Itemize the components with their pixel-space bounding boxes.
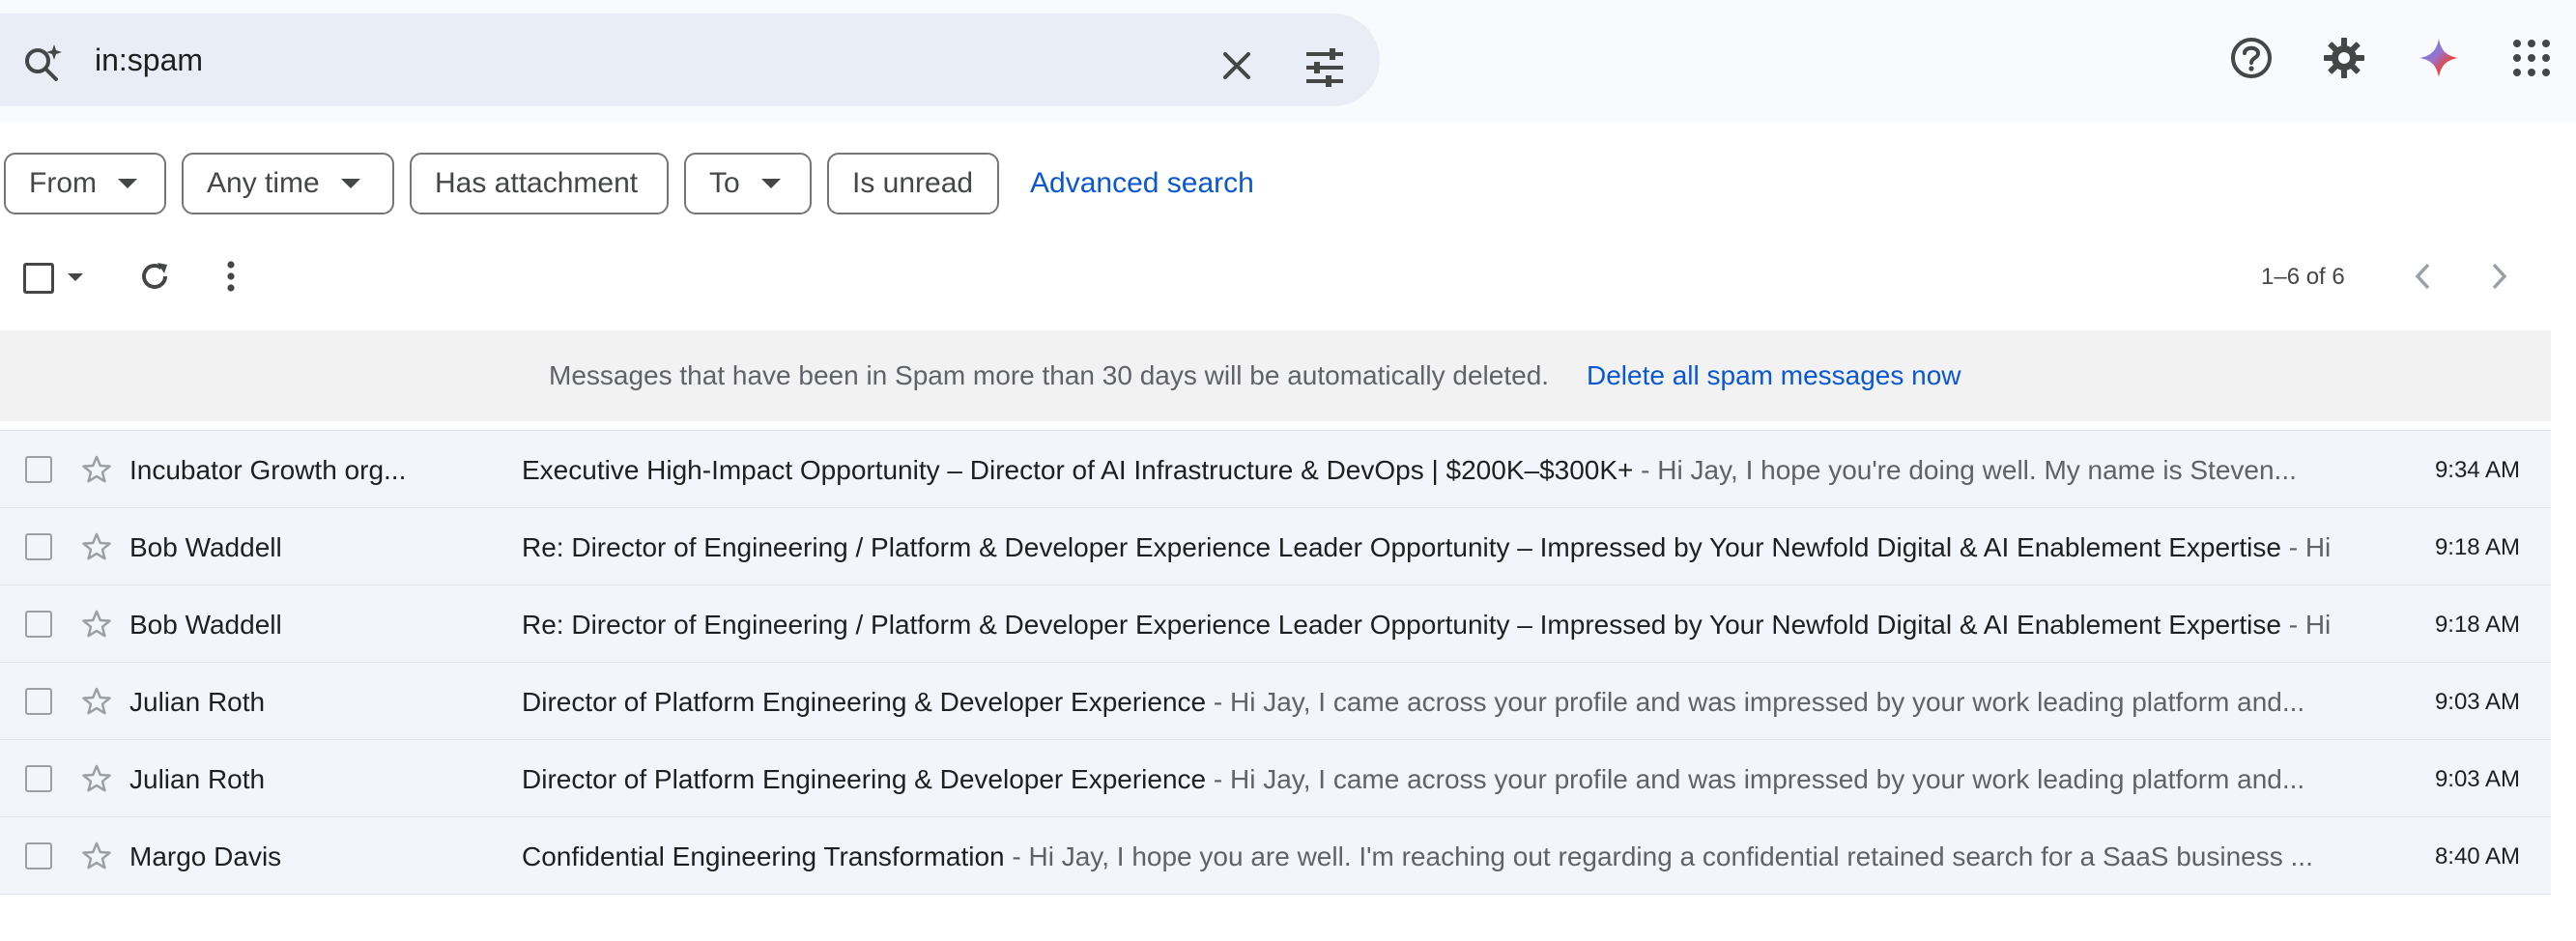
- gear-icon[interactable]: [2323, 37, 2365, 79]
- email-subject: Director of Platform Engineering & Devel…: [522, 764, 1207, 794]
- select-all-checkbox[interactable]: [23, 263, 54, 294]
- email-row[interactable]: Margo Davis Confidential Engineering Tra…: [0, 816, 2551, 894]
- filter-is-unread-label: Is unread: [852, 167, 974, 199]
- email-content: Confidential Engineering Transformation …: [522, 841, 2338, 873]
- email-snippet: - Hi Jay, I hope you are well. I'm reach…: [1004, 841, 2313, 871]
- email-time: 9:18 AM: [2434, 612, 2520, 638]
- tune-icon[interactable]: [1304, 48, 1345, 87]
- delete-all-spam-link[interactable]: Delete all spam messages now: [1587, 359, 1961, 392]
- email-sender: Bob Waddell: [129, 532, 282, 562]
- email-row[interactable]: Julian Roth Director of Platform Enginee…: [0, 739, 2551, 816]
- row-checkbox[interactable]: [25, 765, 52, 792]
- row-checkbox[interactable]: [25, 688, 52, 715]
- list-divider: [0, 894, 2551, 895]
- email-subject: Executive High-Impact Opportunity – Dire…: [522, 455, 1634, 485]
- filter-any-time-label: Any time: [207, 167, 320, 199]
- filter-any-time-chip[interactable]: Any time: [182, 153, 394, 214]
- gemini-icon[interactable]: [2418, 37, 2460, 79]
- spam-banner-message: Messages that have been in Spam more tha…: [549, 360, 1550, 390]
- email-row[interactable]: Bob Waddell Re: Director of Engineering …: [0, 585, 2551, 662]
- star-icon[interactable]: [81, 609, 112, 640]
- caret-down-icon: [118, 179, 137, 188]
- email-time: 8:40 AM: [2434, 843, 2520, 870]
- chevron-right-icon[interactable]: [2487, 261, 2510, 292]
- star-icon[interactable]: [81, 763, 112, 794]
- filter-has-attachment-chip[interactable]: Has attachment: [410, 153, 669, 214]
- email-content: Executive High-Impact Opportunity – Dire…: [522, 454, 2338, 487]
- select-dropdown-icon[interactable]: [66, 271, 85, 284]
- filter-has-attachment-label: Has attachment: [435, 167, 639, 199]
- row-checkbox[interactable]: [25, 611, 52, 638]
- filter-to-chip[interactable]: To: [684, 153, 812, 214]
- email-time: 9:03 AM: [2434, 766, 2520, 792]
- row-checkbox[interactable]: [25, 456, 52, 483]
- search-sparkle-icon[interactable]: [21, 43, 66, 87]
- top-bar: in:spam: [0, 0, 2576, 122]
- email-time: 9:03 AM: [2434, 689, 2520, 715]
- row-checkbox[interactable]: [25, 533, 52, 560]
- spam-banner: Messages that have been in Spam more tha…: [0, 330, 2551, 421]
- star-icon[interactable]: [81, 841, 112, 871]
- search-bar[interactable]: in:spam: [0, 14, 1380, 106]
- email-sender: Julian Roth: [129, 687, 266, 717]
- email-snippet: - Hi Jay, I hope you're doing well. My n…: [1633, 455, 2297, 485]
- email-subject: Confidential Engineering Transformation: [522, 841, 1005, 871]
- filter-to-label: To: [709, 167, 740, 199]
- email-row[interactable]: Julian Roth Director of Platform Enginee…: [0, 662, 2551, 739]
- apps-grid-icon[interactable]: [2510, 37, 2553, 79]
- email-snippet: - Hi: [2280, 610, 2332, 640]
- email-sender: Incubator Growth org...: [129, 455, 407, 485]
- email-snippet: - Hi: [2280, 532, 2332, 562]
- email-time: 9:34 AM: [2434, 457, 2520, 483]
- email-content: Director of Platform Engineering & Devel…: [522, 763, 2338, 796]
- email-sender: Margo Davis: [129, 841, 282, 871]
- email-sender: Julian Roth: [129, 764, 266, 794]
- email-time: 9:18 AM: [2434, 534, 2520, 560]
- email-content: Re: Director of Engineering / Platform &…: [522, 609, 2338, 642]
- search-input[interactable]: in:spam: [95, 41, 203, 79]
- refresh-icon[interactable]: [137, 259, 172, 294]
- star-icon[interactable]: [81, 531, 112, 562]
- close-icon[interactable]: [1219, 48, 1254, 83]
- email-content: Re: Director of Engineering / Platform &…: [522, 531, 2338, 564]
- filter-from-chip[interactable]: From: [4, 153, 166, 214]
- star-icon[interactable]: [81, 454, 112, 485]
- email-subject: Director of Platform Engineering & Devel…: [522, 687, 1207, 717]
- email-row[interactable]: Incubator Growth org... Executive High-I…: [0, 430, 2551, 507]
- caret-down-icon: [760, 179, 781, 188]
- advanced-search-link[interactable]: Advanced search: [1030, 166, 1254, 201]
- email-sender: Bob Waddell: [129, 610, 282, 640]
- chevron-left-icon[interactable]: [2412, 261, 2435, 292]
- filter-is-unread-chip[interactable]: Is unread: [827, 153, 999, 214]
- more-options-icon[interactable]: [218, 259, 243, 294]
- email-subject: Re: Director of Engineering / Platform &…: [522, 610, 2281, 640]
- row-checkbox[interactable]: [25, 842, 52, 870]
- email-content: Director of Platform Engineering & Devel…: [522, 686, 2338, 719]
- help-icon[interactable]: [2230, 37, 2273, 79]
- email-snippet: - Hi Jay, I came across your profile and…: [1206, 764, 2305, 794]
- star-icon[interactable]: [81, 686, 112, 717]
- caret-down-icon: [340, 179, 360, 188]
- email-snippet: - Hi Jay, I came across your profile and…: [1206, 687, 2305, 717]
- email-row[interactable]: Bob Waddell Re: Director of Engineering …: [0, 507, 2551, 585]
- filter-from-label: From: [29, 167, 97, 199]
- pagination-count: 1–6 of 6: [2261, 264, 2345, 290]
- email-subject: Re: Director of Engineering / Platform &…: [522, 532, 2281, 562]
